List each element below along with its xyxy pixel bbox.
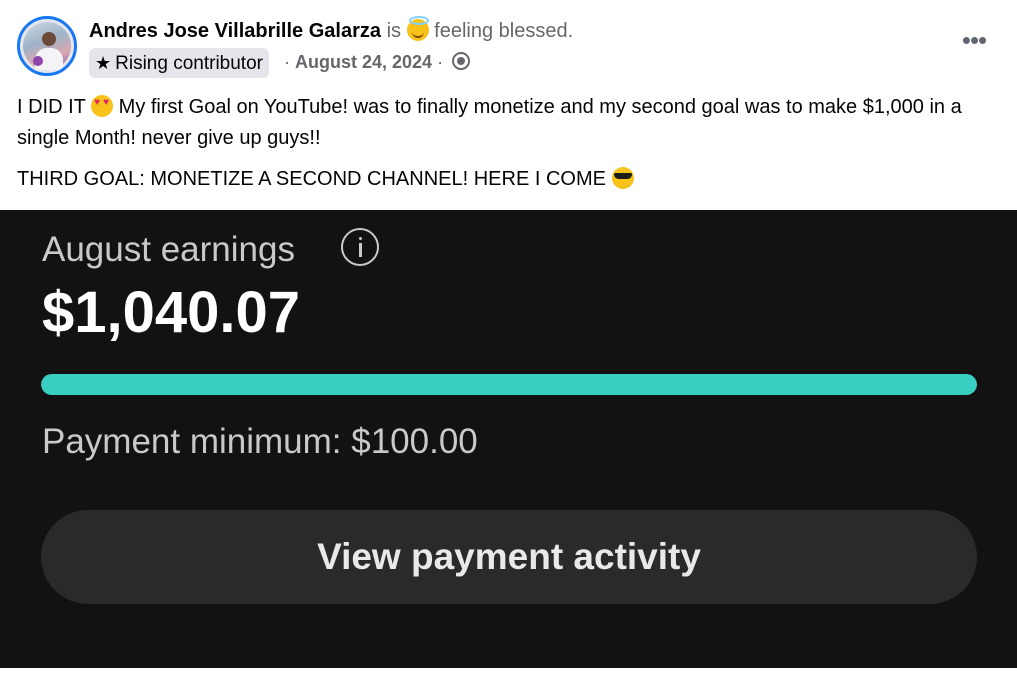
feeling-text[interactable]: feeling blessed. bbox=[434, 20, 573, 42]
smiling-face-with-halo-icon bbox=[406, 16, 429, 41]
author-line: Andres Jose Villabrille Galarza is feeli… bbox=[89, 16, 573, 43]
post-text-line1-a: I DID IT bbox=[17, 96, 86, 118]
status-verb: is bbox=[386, 20, 402, 42]
badge-label: Rising contributor bbox=[115, 53, 263, 74]
smiling-face-with-heart-eyes-icon bbox=[91, 95, 114, 117]
globe-icon[interactable] bbox=[452, 52, 471, 70]
post-text: I DID IT My first Goal on YouTube! was t… bbox=[17, 92, 1002, 205]
earnings-screenshot[interactable]: August earnings $1,040.07 Payment minimu… bbox=[0, 210, 1017, 668]
info-icon[interactable] bbox=[341, 228, 379, 266]
earnings-title: August earnings bbox=[42, 230, 295, 269]
post-header: Andres Jose Villabrille Galarza is feeli… bbox=[0, 0, 1017, 90]
author-avatar[interactable] bbox=[17, 16, 77, 76]
date-separator: · bbox=[284, 52, 290, 72]
post-paragraph-1: I DID IT My first Goal on YouTube! was t… bbox=[17, 92, 1002, 154]
earnings-progress-fill bbox=[41, 374, 977, 395]
star-icon: ★ bbox=[95, 53, 112, 73]
post-date[interactable]: August 24, 2024 bbox=[295, 52, 432, 72]
post-text-line1-b: My first Goal on YouTube! was to finally… bbox=[17, 96, 962, 149]
earnings-amount: $1,040.07 bbox=[42, 280, 301, 345]
smiling-face-with-sunglasses-icon bbox=[611, 167, 634, 189]
payment-minimum: Payment minimum: $100.00 bbox=[42, 422, 478, 461]
author-name[interactable]: Andres Jose Villabrille Galarza bbox=[89, 20, 381, 42]
audience-separator: · bbox=[437, 52, 444, 72]
post-meta: · August 24, 2024 · bbox=[284, 50, 471, 74]
avatar-photo bbox=[23, 22, 71, 70]
post-text-line2: THIRD GOAL: MONETIZE A SECOND CHANNEL! H… bbox=[17, 168, 606, 190]
earnings-progress-bar bbox=[41, 374, 977, 395]
view-payment-activity-button[interactable]: View payment activity bbox=[41, 510, 977, 604]
rising-contributor-badge[interactable]: ★ Rising contributor bbox=[89, 48, 269, 78]
more-options-icon[interactable]: ••• bbox=[960, 27, 988, 54]
post-paragraph-2: THIRD GOAL: MONETIZE A SECOND CHANNEL! H… bbox=[17, 164, 1002, 195]
